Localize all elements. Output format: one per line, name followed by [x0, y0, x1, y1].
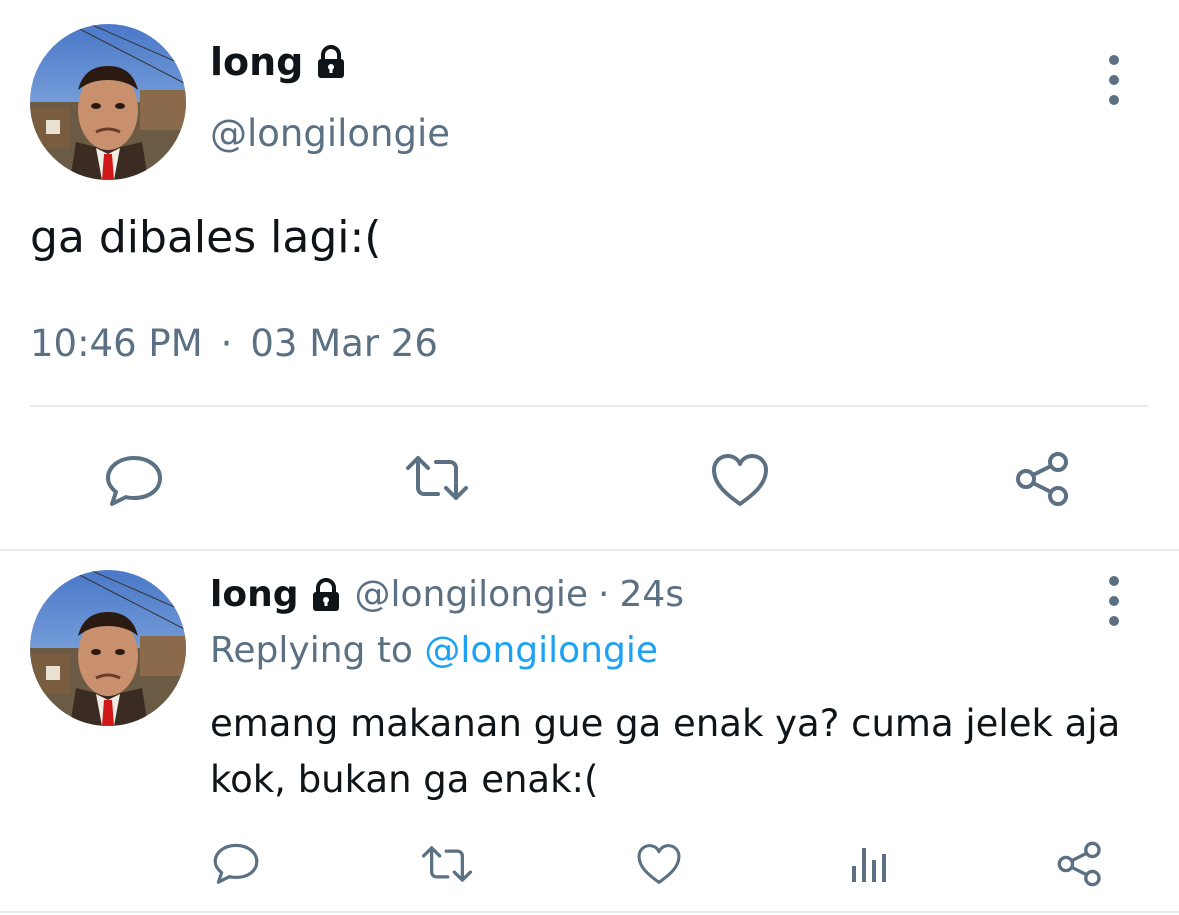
tweet-text: emang makanan gue ga enak ya? cuma jelek… [210, 702, 1121, 801]
replying-to: Replying to @longilongie [210, 630, 658, 671]
handle[interactable]: @longilongie [354, 574, 588, 615]
tweet-date: 03 Mar 26 [250, 322, 438, 365]
reply-header: long @longilongie · 24s [210, 574, 684, 615]
reply-button[interactable] [104, 452, 164, 508]
divider [30, 405, 1148, 407]
tweet-time: 10:46 PM [30, 322, 203, 365]
heart-icon [637, 844, 681, 884]
tweet-timestamp[interactable]: 10:46 PM · 03 Mar 26 [30, 322, 438, 365]
retweet-icon [421, 846, 473, 882]
display-name[interactable]: long [210, 574, 298, 615]
like-button[interactable] [636, 842, 682, 886]
divider [0, 549, 1179, 551]
avatar-photo [30, 570, 186, 726]
avatar[interactable] [30, 570, 186, 726]
share-button[interactable] [1056, 840, 1104, 888]
replying-to-label: Replying to [210, 630, 413, 671]
speech-bubble-icon [213, 843, 259, 884]
analytics-button[interactable] [848, 842, 890, 886]
reply-button[interactable] [212, 840, 260, 886]
handle[interactable]: @longilongie [210, 112, 450, 155]
tweet-age[interactable]: 24s [619, 574, 684, 615]
more-options-icon[interactable] [1102, 55, 1126, 105]
tweet-text: ga dibales lagi:( [30, 212, 382, 263]
display-name-text: long [210, 40, 304, 84]
separator-dot: · [220, 322, 233, 365]
divider [0, 911, 1179, 913]
bar-chart-icon [852, 848, 886, 882]
heart-icon [712, 454, 768, 506]
avatar[interactable] [30, 24, 186, 180]
retweet-icon [406, 456, 468, 500]
retweet-button[interactable] [404, 452, 470, 504]
share-icon [1057, 841, 1101, 887]
retweet-button[interactable] [420, 843, 474, 885]
speech-bubble-icon [106, 456, 162, 506]
display-name[interactable]: long [210, 40, 349, 84]
lock-icon [318, 45, 345, 78]
replying-to-mention[interactable]: @longilongie [424, 630, 658, 671]
like-button[interactable] [710, 452, 770, 508]
share-button[interactable] [1014, 450, 1072, 508]
separator-dot: · [598, 574, 610, 615]
lock-icon [313, 577, 340, 611]
more-options-icon[interactable] [1102, 576, 1126, 626]
share-icon [1016, 452, 1068, 506]
avatar-photo [30, 24, 186, 180]
